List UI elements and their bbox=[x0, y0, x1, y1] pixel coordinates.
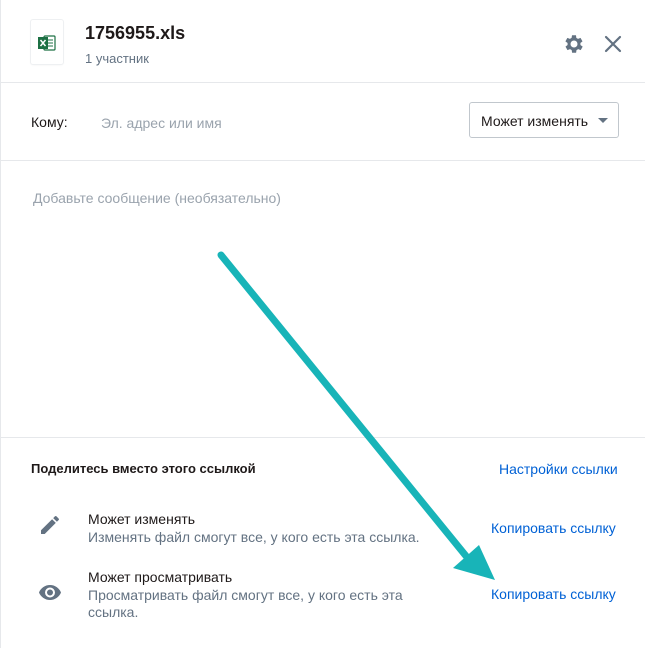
chevron-down-icon bbox=[598, 118, 608, 123]
copy-edit-link-button[interactable]: Копировать ссылку bbox=[491, 520, 616, 536]
to-label: Кому: bbox=[31, 114, 68, 130]
file-name: 1756955.xls bbox=[85, 23, 186, 43]
eye-icon bbox=[39, 585, 61, 600]
message-input[interactable] bbox=[31, 188, 620, 427]
link-option-edit: Может изменять Изменять файл смогут все,… bbox=[1, 511, 645, 561]
settings-button[interactable] bbox=[562, 32, 586, 56]
permission-select[interactable]: Может изменять bbox=[469, 102, 619, 138]
gear-icon bbox=[565, 35, 583, 53]
dialog-header: 1756955.xls 1 участник bbox=[1, 0, 645, 83]
link-option-view: Может просматривать Просматривать файл с… bbox=[1, 569, 645, 629]
copy-view-link-button[interactable]: Копировать ссылку bbox=[491, 586, 616, 602]
share-link-section: Поделитесь вместо этого ссылкой Настройк… bbox=[1, 437, 645, 649]
option-title: Может просматривать bbox=[88, 569, 233, 585]
participants-count: 1 участник bbox=[85, 51, 149, 66]
link-settings-link[interactable]: Настройки ссылки bbox=[499, 461, 618, 477]
recipient-input[interactable] bbox=[99, 109, 443, 137]
permission-select-value: Может изменять bbox=[481, 113, 589, 129]
close-button[interactable] bbox=[601, 32, 625, 56]
option-description: Просматривать файл смогут все, у кого ес… bbox=[88, 587, 403, 620]
option-title: Может изменять bbox=[88, 511, 196, 527]
pencil-icon bbox=[41, 516, 59, 534]
option-description: Изменять файл смогут все, у кого есть эт… bbox=[88, 529, 420, 545]
excel-file-icon bbox=[38, 35, 56, 51]
share-link-title: Поделитесь вместо этого ссылкой bbox=[31, 461, 256, 476]
file-thumbnail bbox=[31, 20, 63, 64]
share-dialog: 1756955.xls 1 участник Кому: Может измен… bbox=[0, 0, 645, 648]
recipient-row: Кому: Может изменять bbox=[1, 83, 645, 161]
close-icon bbox=[604, 35, 622, 53]
